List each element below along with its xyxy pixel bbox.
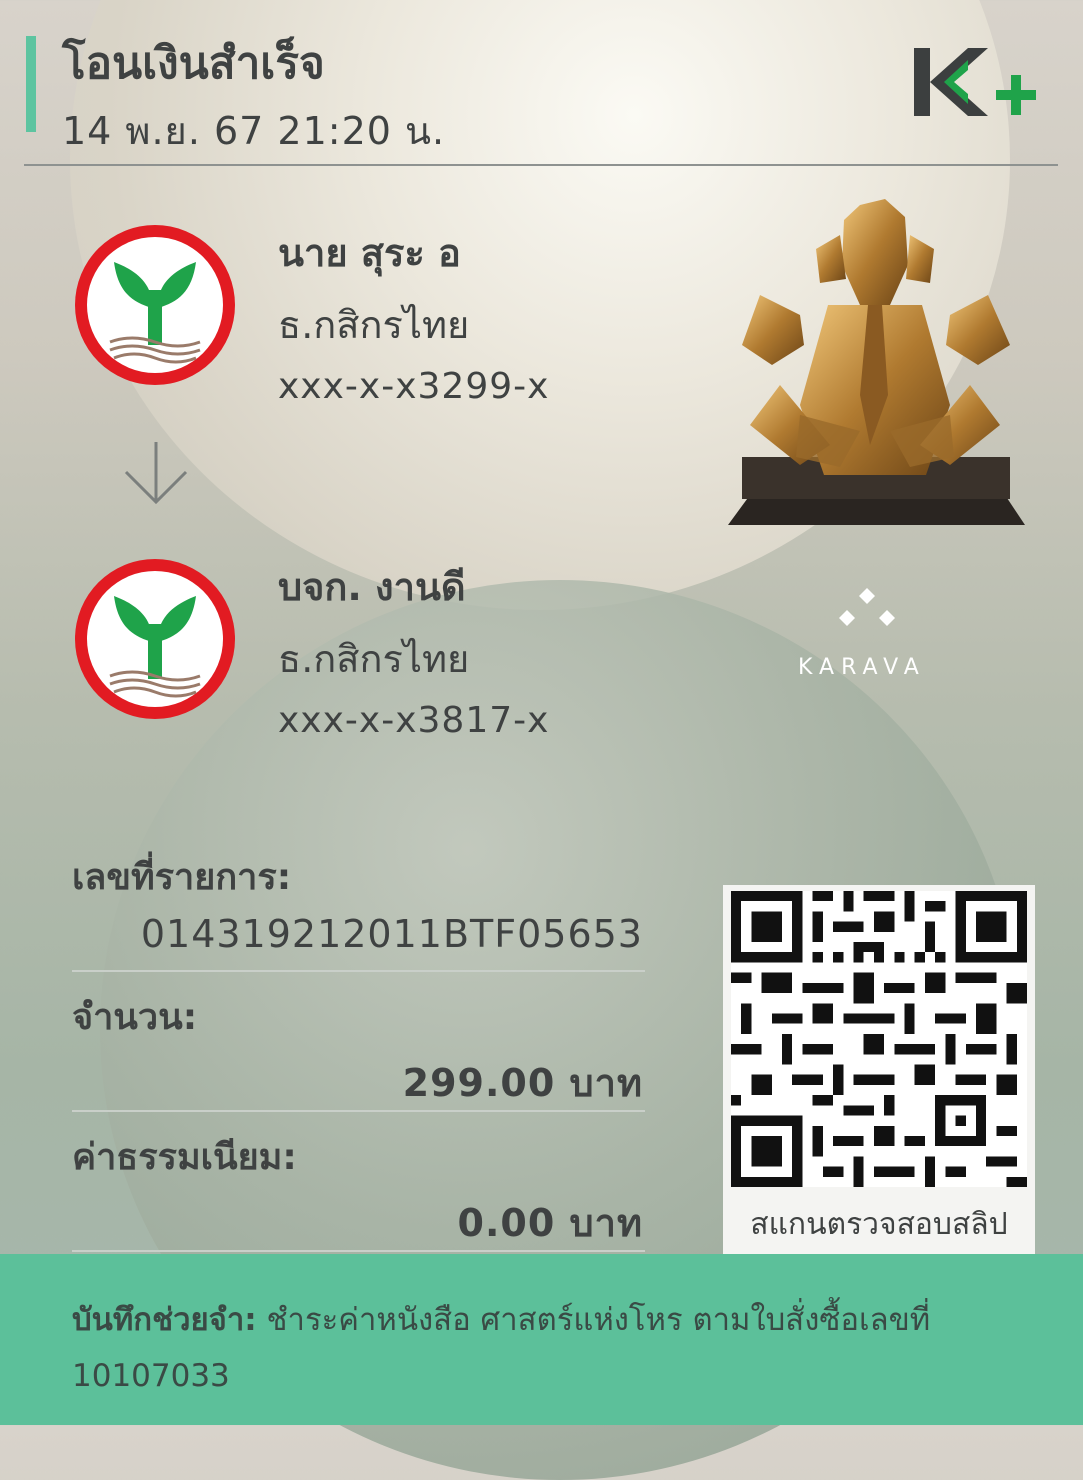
receiver-account: xxx-x-x3817-x [278,700,550,741]
memo-label: บันทึกช่วยจำ: [72,1302,257,1338]
reference-label: เลขที่รายการ: [72,857,292,898]
sender-account: xxx-x-x3299-x [278,366,550,407]
page-title: โอนเงินสำเร็จ [62,38,325,89]
amount-label: จำนวน: [72,997,198,1038]
transaction-datetime: 14 พ.ย. 67 21:20 น. [62,109,446,153]
sender-bank: ธ.กสิกรไทย [278,303,470,347]
accent-bar [26,36,36,132]
kbank-logo-icon [75,559,235,719]
amount-value: 299.00 บาท [402,1061,643,1105]
kbank-logo-icon [75,225,235,385]
reference-value: 014319212011BTF05653 [140,912,643,956]
memo-panel: บันทึกช่วยจำ: ชำระค่าหนังสือ ศาสตร์แห่งโ… [0,1254,1083,1425]
ganesha-statue-image [728,199,1025,525]
header-divider [24,164,1058,166]
receiver-name: บจก. งานดี [278,565,466,609]
memo-text: บันทึกช่วยจำ: ชำระค่าหนังสือ ศาสตร์แห่งโ… [72,1292,972,1404]
fee-value: 0.00 บาท [457,1201,643,1245]
sender-name: นาย สุระ อ [278,231,461,275]
kplus-logo [914,48,1036,116]
qr-caption: สแกนตรวจสอบสลิป [750,1207,1008,1242]
divider [72,1110,645,1112]
receiver-bank: ธ.กสิกรไทย [278,637,470,681]
karava-brand-text: KARAVA [798,655,926,680]
qr-code-icon[interactable] [731,891,1027,1187]
divider [72,1250,645,1252]
qr-panel[interactable]: สแกนตรวจสอบสลิป [723,885,1035,1255]
divider [72,970,645,972]
fee-label: ค่าธรรมเนียม: [72,1137,297,1178]
arrow-down-icon [124,442,188,505]
